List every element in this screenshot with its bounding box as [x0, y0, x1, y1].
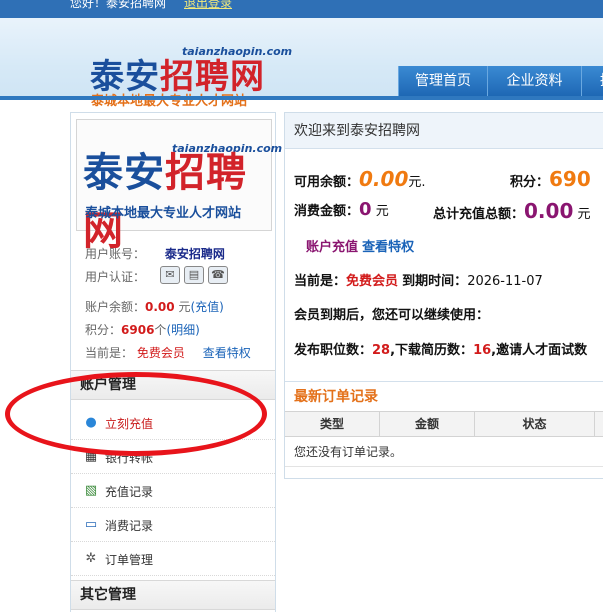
- level-value: 免费会员: [136, 346, 185, 360]
- column-status: 状态: [475, 412, 595, 437]
- phone-verify-icon[interactable]: ☎: [208, 266, 228, 284]
- account-row: 用户账号： 泰安招聘网: [85, 245, 225, 262]
- menu-item-bank-transfer[interactable]: ▦ 银行转帐: [71, 440, 275, 474]
- menu-item-label: 订单管理: [105, 553, 154, 567]
- member-prefix: 当前是：: [294, 274, 347, 289]
- license-verify-icon[interactable]: ▤: [184, 266, 204, 284]
- available-unit: 元.: [408, 175, 426, 190]
- quota-resumes-label: ,下载简历数：: [390, 343, 474, 358]
- orders-table: 类型 金额 状态 您还没有订单记录。: [285, 411, 603, 467]
- quota-jobs-value: 28: [372, 343, 391, 358]
- sidebar: taianzhaopin.com 泰安招聘网 泰城本地最大专业人才网站 用户账号…: [70, 112, 282, 612]
- total-unit: 元: [577, 207, 591, 222]
- logo-url: taianzhaopin.com: [182, 45, 293, 58]
- balance-value: 0.00: [145, 300, 175, 314]
- consume-value: 0: [359, 199, 372, 220]
- total-label: 总计充值总额：: [433, 207, 525, 222]
- cert-badges: ✉ ▤ ☎: [160, 266, 228, 284]
- available-label: 可用余额：: [294, 175, 360, 190]
- welcome-title: 欢迎来到泰安招聘网: [285, 113, 603, 149]
- points-row: 积分：6906个(明细): [85, 321, 200, 338]
- section-other-management: 其它管理: [71, 580, 275, 610]
- company-logo-image: taianzhaopin.com 泰安招聘网 泰城本地最大专业人才网站: [76, 119, 282, 254]
- account-recharge-link[interactable]: 账户充值: [306, 240, 358, 255]
- expire-date: 2026-11-07: [467, 274, 543, 289]
- tab-recruit[interactable]: 招: [581, 66, 603, 97]
- quota-interviews-label: ,邀请人才面试数: [491, 343, 588, 358]
- column-type: 类型: [285, 412, 380, 437]
- menu-item-recharge-records[interactable]: ▧ 充值记录: [71, 474, 275, 508]
- consume-label: 消费金额：: [294, 204, 360, 219]
- orders-table-header: 类型 金额 状态: [285, 411, 603, 437]
- nav-underline: [0, 96, 603, 100]
- menu-item-label: 银行转帐: [105, 451, 154, 465]
- email-verify-icon[interactable]: ✉: [160, 266, 180, 284]
- menu-item-label: 充值记录: [105, 485, 154, 499]
- points-unit: 个: [154, 323, 167, 337]
- member-level: 免费会员: [346, 274, 399, 289]
- total-recharge-row: 总计充值总额：0.00 元: [433, 199, 591, 223]
- menu-item-label: 消费记录: [105, 519, 154, 533]
- main-panel: 欢迎来到泰安招聘网 可用余额：0.00元. 积分：690 消费金额：0 元 总计…: [284, 112, 603, 479]
- column-amount: 金额: [380, 412, 475, 437]
- balance-unit: 元: [178, 300, 191, 314]
- consume-unit: 元: [375, 204, 389, 219]
- points-summary: 积分：690: [510, 167, 591, 191]
- balance-row: 账户余额：0.00 元(充值): [85, 298, 224, 315]
- bank-icon: ▦: [84, 449, 98, 464]
- level-label: 当前是：: [85, 346, 134, 360]
- company-logo-title: 泰安招聘网: [83, 150, 247, 254]
- company-logo-slogan: 泰城本地最大专业人才网站: [85, 206, 242, 221]
- menu-item-label: 立刻充值: [105, 417, 154, 431]
- main-view-privileges-link[interactable]: 查看特权: [362, 240, 414, 255]
- chart-icon: ▧: [84, 483, 98, 498]
- cert-row: 用户认证：: [85, 268, 145, 285]
- points-label: 积分：: [85, 323, 122, 337]
- logout-link[interactable]: 退出登录: [184, 0, 232, 11]
- account-value: 泰安招聘网: [164, 247, 225, 261]
- tab-home[interactable]: 管理首页: [398, 66, 487, 97]
- quota-resumes-value: 16: [473, 343, 492, 358]
- latest-orders-title: 最新订单记录: [285, 381, 603, 411]
- expire-label: 到期时间：: [402, 274, 468, 289]
- gear-icon: ✲: [85, 551, 97, 566]
- chat-bubble-icon: ●: [85, 415, 97, 430]
- orders-empty-message: 您还没有订单记录。: [285, 437, 603, 467]
- account-label: 用户账号：: [85, 247, 146, 261]
- recharge-links-row: 账户充值 查看特权: [306, 236, 414, 255]
- top-bar: 您好！泰安招聘网 退出登录: [0, 0, 603, 18]
- consume-row: 消费金额：0 元: [294, 199, 389, 220]
- main-points-value: 690: [549, 167, 591, 191]
- menu-item-recharge-now[interactable]: ● 立刻充值: [71, 406, 275, 440]
- balance-label: 账户余额：: [85, 300, 146, 314]
- tab-company-info[interactable]: 企业资料: [487, 66, 581, 97]
- level-row: 当前是： 免费会员 查看特权: [85, 344, 251, 361]
- points-value: 6906: [121, 323, 155, 337]
- main-nav: 管理首页 企业资料 招: [398, 66, 603, 97]
- quota-row: 发布职位数：28,下载简历数：16,邀请人才面试数: [294, 339, 587, 358]
- menu-item-consumption-records[interactable]: ▭ 消费记录: [71, 508, 275, 542]
- view-privileges-link[interactable]: 查看特权: [203, 346, 251, 360]
- cert-label: 用户认证：: [85, 270, 146, 284]
- total-value: 0.00: [524, 199, 574, 223]
- menu-item-order-management[interactable]: ✲ 订单管理: [71, 542, 275, 576]
- available-value: 0.00: [359, 167, 409, 191]
- available-balance-row: 可用余额：0.00元.: [294, 167, 426, 191]
- section-account-management: 账户管理: [71, 370, 275, 400]
- points-detail-link[interactable]: (明细): [166, 323, 199, 337]
- balance-recharge-link[interactable]: (充值): [190, 300, 223, 314]
- quota-jobs-label: 发布职位数：: [294, 343, 373, 358]
- welcome-text: 您好！泰安招聘网: [70, 0, 167, 10]
- expire-note: 会员到期后，您还可以继续使用：: [294, 308, 490, 323]
- monitor-icon: ▭: [84, 517, 98, 532]
- membership-row: 当前是：免费会员 到期时间：2026-11-07: [294, 270, 543, 289]
- main-points-label: 积分：: [510, 175, 550, 190]
